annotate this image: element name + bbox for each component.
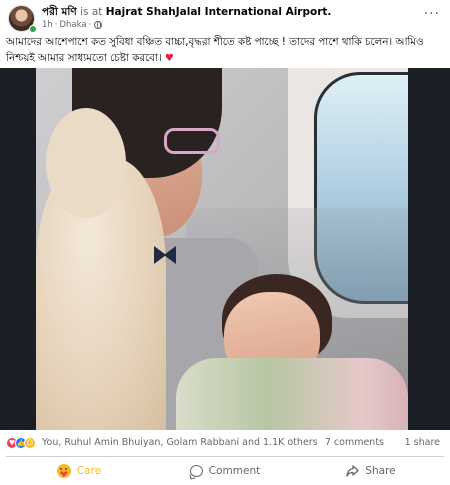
post-time[interactable]: 1h xyxy=(42,20,53,30)
meta-separator: · xyxy=(54,20,58,30)
comment-count[interactable]: 7 comments xyxy=(325,437,384,448)
care-icon: ☺ xyxy=(24,437,36,449)
care-label: Care xyxy=(76,465,102,477)
comment-label: Comment xyxy=(208,465,261,477)
glasses xyxy=(164,128,220,154)
comment-icon xyxy=(189,465,203,477)
heart-emoji-icon: ♥ xyxy=(164,53,174,64)
is-at-text: is at xyxy=(80,6,103,18)
care-reaction-icon xyxy=(56,464,71,478)
globe-icon xyxy=(94,21,103,29)
share-label: Share xyxy=(365,465,396,477)
online-status-dot xyxy=(29,25,37,33)
post-actions: Care Comment Share xyxy=(6,459,444,483)
reaction-names[interactable]: You, Ruhul Amin Bhuiyan, Golam Rabbani a… xyxy=(42,437,318,448)
share-icon xyxy=(346,465,359,477)
reactions-summary: ♥ 👍 ☺ You, Ruhul Amin Bhuiyan, Golam Rab… xyxy=(6,436,444,452)
post-meta: 1h · Dhaka · xyxy=(42,20,103,30)
post-header: পরী মণি is at Hajrat ShahJalal Internati… xyxy=(6,4,444,34)
child-blanket xyxy=(176,358,408,430)
caption-line-2-wrap: নিশ্চয়ই আমার সাধ্যমতো চেষ্টা করবো। ♥ xyxy=(6,50,444,67)
care-button[interactable]: Care xyxy=(6,459,152,483)
comment-button[interactable]: Comment xyxy=(152,459,298,483)
photo-content xyxy=(36,68,408,430)
post-place: Dhaka xyxy=(59,20,87,30)
reaction-icons[interactable]: ♥ 👍 ☺ xyxy=(6,437,36,449)
more-options-button[interactable]: ··· xyxy=(424,6,440,22)
share-button[interactable]: Share xyxy=(298,459,444,483)
caption-line-2: নিশ্চয়ই আমার সাধ্যমতো চেষ্টা করবো। xyxy=(6,52,162,64)
fur-collar xyxy=(46,108,126,218)
post-photo[interactable] xyxy=(0,68,450,430)
author-name[interactable]: পরী মণি xyxy=(42,6,77,18)
location-link[interactable]: Hajrat ShahJalal International Airport. xyxy=(106,6,332,18)
facebook-post: পরী মণি is at Hajrat ShahJalal Internati… xyxy=(0,0,450,485)
share-count[interactable]: 1 share xyxy=(405,437,440,448)
caption-line-1: আমাদের আশেপাশে কত সুবিধা বঞ্চিত বাচ্চা,ব… xyxy=(6,36,424,48)
meta-separator-2: · xyxy=(88,20,92,30)
post-caption: আমাদের আশেপাশে কত সুবিধা বঞ্চিত বাচ্চা,ব… xyxy=(6,34,444,67)
actions-divider xyxy=(6,456,444,457)
